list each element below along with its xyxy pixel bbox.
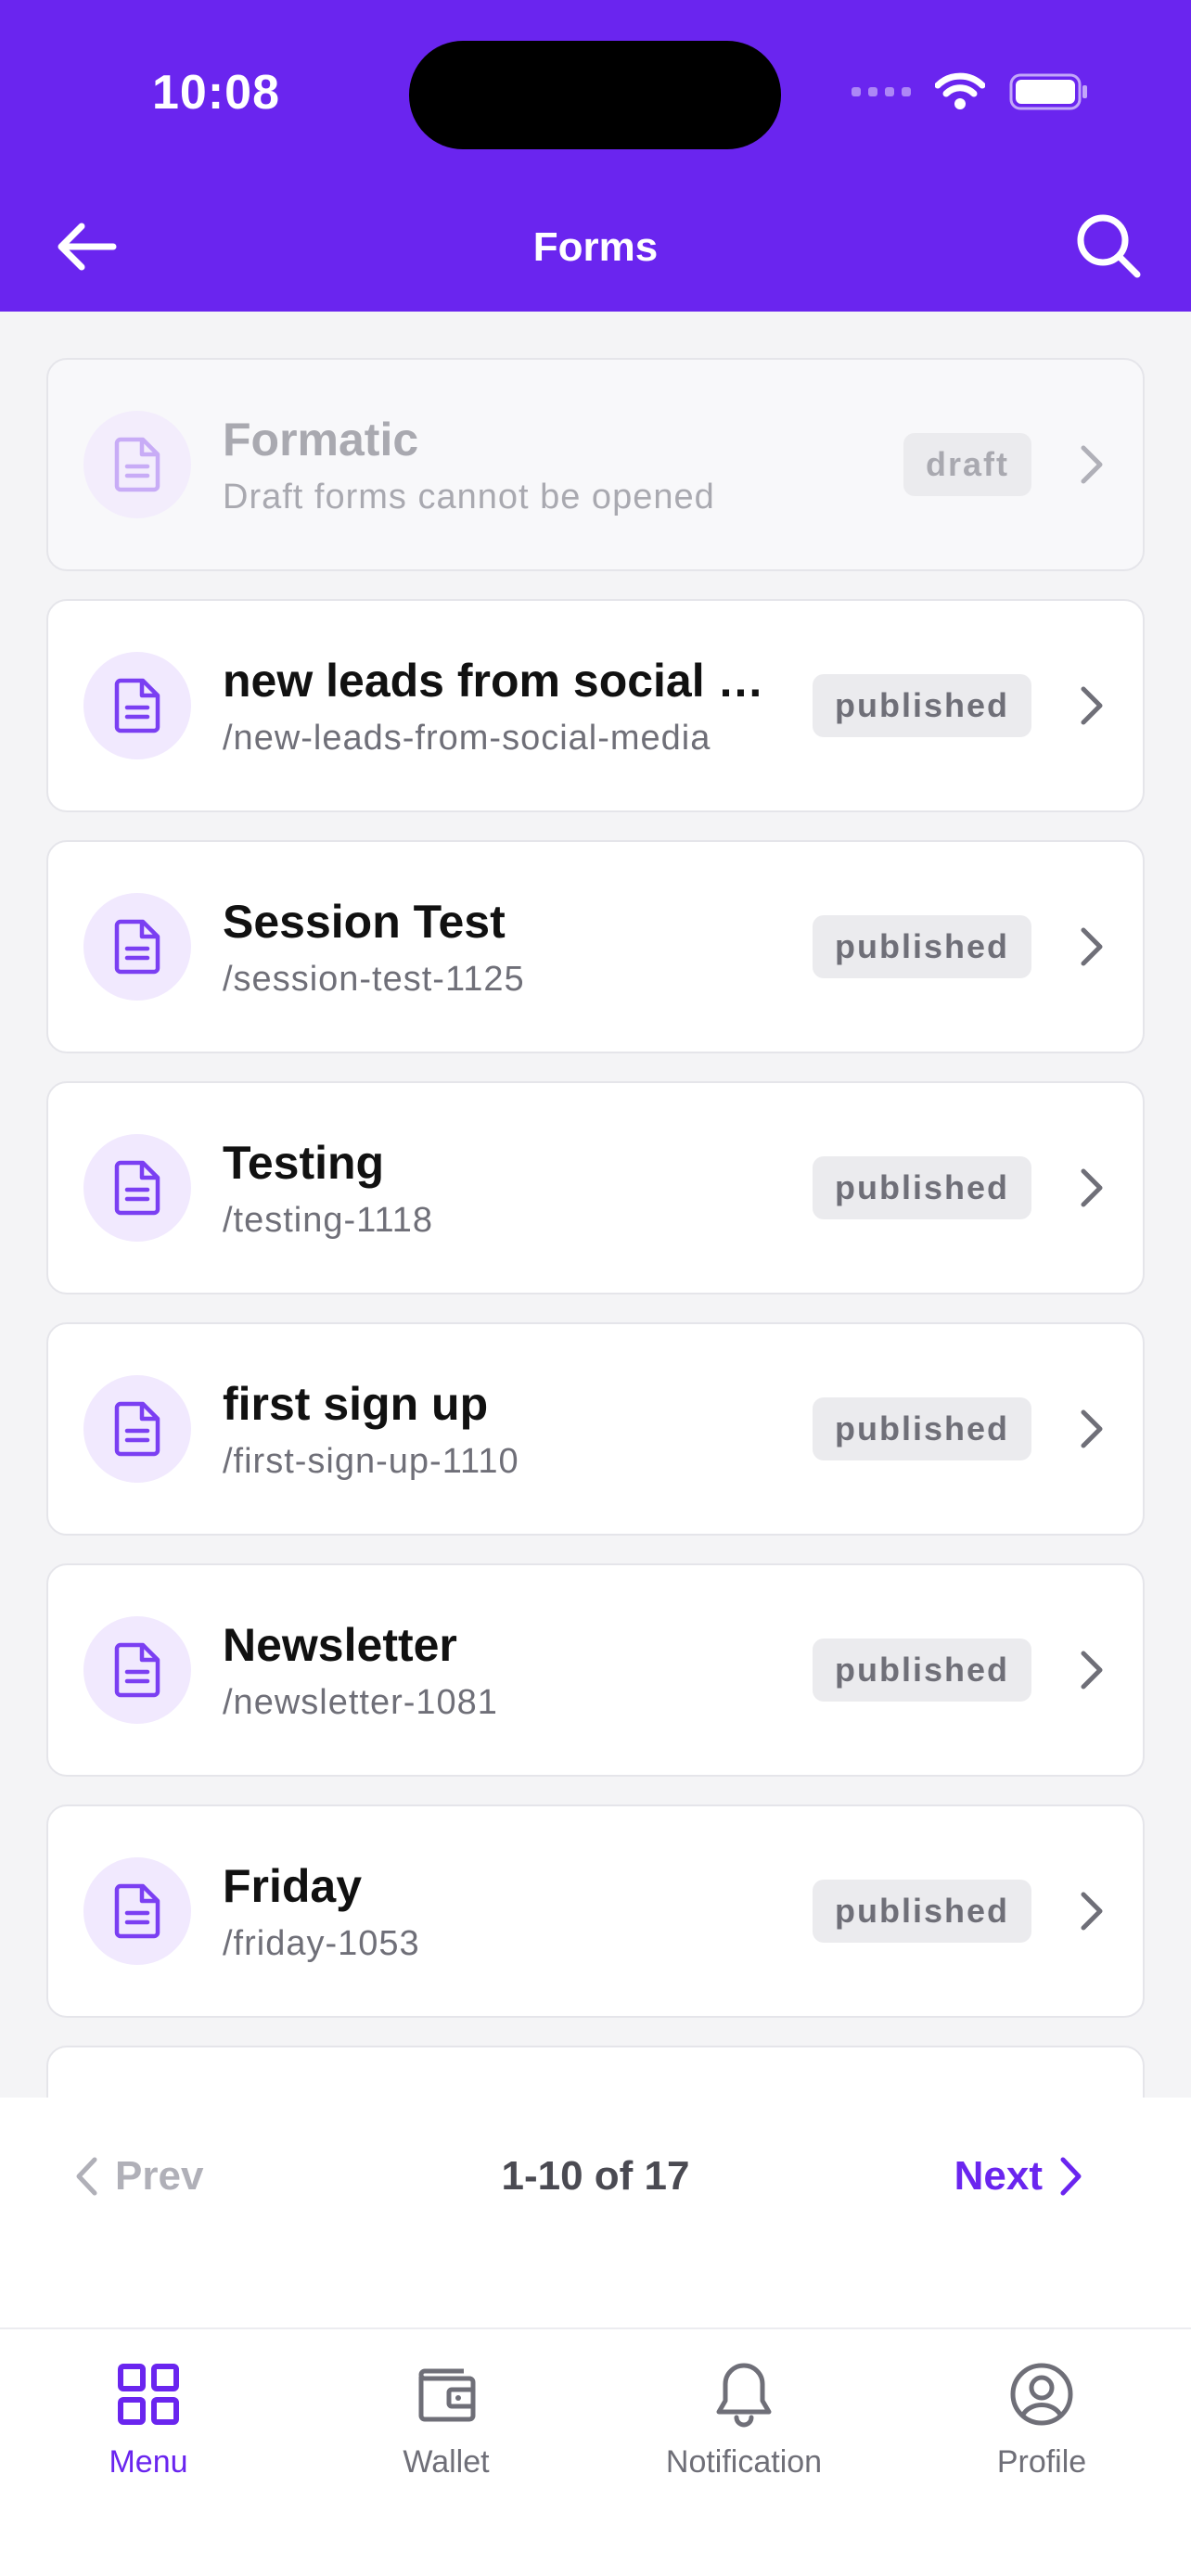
page-title: Forms bbox=[532, 224, 659, 270]
form-title: Formatic bbox=[223, 413, 419, 465]
tab-label: Wallet bbox=[403, 2444, 490, 2480]
form-icon-badge bbox=[83, 1857, 191, 1965]
document-icon bbox=[114, 919, 160, 975]
form-text: Friday /friday-1053 bbox=[223, 1859, 785, 1964]
status-badge: published bbox=[813, 1880, 1031, 1943]
tab-label: Menu bbox=[109, 2444, 188, 2480]
chevron-right-icon bbox=[1081, 1168, 1103, 1207]
next-button[interactable]: Next bbox=[954, 2153, 1083, 2200]
form-text: new leads from social media /new-leads-f… bbox=[223, 654, 785, 759]
form-icon-badge bbox=[83, 411, 191, 518]
document-icon bbox=[114, 437, 160, 492]
battery-icon bbox=[1009, 73, 1087, 110]
form-title: first sign up bbox=[223, 1377, 489, 1430]
form-subtitle: /newsletter-1081 bbox=[223, 1682, 498, 1722]
form-card[interactable]: first sign up /first-sign-up-1110 publis… bbox=[46, 1322, 1145, 1536]
form-icon-badge bbox=[83, 652, 191, 759]
bell-icon bbox=[596, 2352, 892, 2437]
grid-icon bbox=[0, 2352, 297, 2437]
chevron-right-icon bbox=[1081, 1651, 1103, 1690]
bottom-tab-bar: Menu Wallet Notification Profile bbox=[0, 2329, 1191, 2576]
status-badge: published bbox=[813, 1639, 1031, 1702]
status-badge: published bbox=[813, 1397, 1031, 1460]
form-subtitle: /session-test-1125 bbox=[223, 959, 525, 999]
tab-profile[interactable]: Profile bbox=[893, 2352, 1190, 2480]
form-icon-badge bbox=[83, 1134, 191, 1242]
form-text: Testing /testing-1118 bbox=[223, 1136, 785, 1241]
dynamic-island bbox=[409, 41, 781, 149]
form-card[interactable]: Testing /testing-1118 published bbox=[46, 1081, 1145, 1294]
status-indicators bbox=[852, 72, 1089, 111]
status-badge: draft bbox=[903, 433, 1031, 496]
user-circle-icon bbox=[893, 2352, 1190, 2437]
wifi-icon bbox=[935, 72, 985, 109]
form-text: first sign up /first-sign-up-1110 bbox=[223, 1377, 785, 1482]
tab-menu[interactable]: Menu bbox=[0, 2352, 297, 2480]
document-icon bbox=[114, 1642, 160, 1698]
chevron-right-icon bbox=[1081, 445, 1103, 484]
form-icon-badge bbox=[83, 893, 191, 1001]
pagination-bar: Prev 1-10 of 17 Next bbox=[0, 2098, 1191, 2329]
form-card[interactable]: Newsletter /newsletter-1081 published bbox=[46, 1563, 1145, 1777]
form-text: Newsletter /newsletter-1081 bbox=[223, 1618, 785, 1723]
status-badge: published bbox=[813, 915, 1031, 978]
tab-wallet[interactable]: Wallet bbox=[298, 2352, 595, 2480]
form-subtitle: /testing-1118 bbox=[223, 1200, 434, 1240]
chevron-right-icon bbox=[1060, 2157, 1082, 2196]
form-icon-badge bbox=[83, 1375, 191, 1483]
form-title: Session Test bbox=[223, 895, 506, 948]
document-icon bbox=[114, 1883, 160, 1939]
document-icon bbox=[114, 1401, 160, 1457]
status-time: 10:08 bbox=[152, 66, 280, 120]
tab-notification[interactable]: Notification bbox=[596, 2352, 892, 2480]
next-label: Next bbox=[954, 2153, 1043, 2199]
form-subtitle: Draft forms cannot be opened bbox=[223, 477, 715, 516]
tab-label: Notification bbox=[665, 2444, 823, 2480]
form-card-partial[interactable] bbox=[46, 2046, 1145, 2098]
form-text: Session Test /session-test-1125 bbox=[223, 895, 785, 1000]
form-text: Formatic Draft forms cannot be opened bbox=[223, 413, 876, 517]
form-card[interactable]: Friday /friday-1053 published bbox=[46, 1804, 1145, 2018]
document-icon bbox=[114, 1160, 160, 1216]
form-title: Testing bbox=[223, 1136, 385, 1189]
signal-icon bbox=[852, 87, 911, 96]
status-badge: published bbox=[813, 1156, 1031, 1219]
chevron-right-icon bbox=[1081, 686, 1103, 725]
form-subtitle: /friday-1053 bbox=[223, 1923, 420, 1963]
forms-list[interactable]: Formatic Draft forms cannot be opened dr… bbox=[46, 358, 1145, 2098]
form-subtitle: /new-leads-from-social-media bbox=[223, 718, 711, 758]
tab-label: Profile bbox=[996, 2444, 1087, 2480]
chevron-right-icon bbox=[1081, 927, 1103, 966]
status-badge: published bbox=[813, 674, 1031, 737]
search-icon[interactable] bbox=[1072, 210, 1145, 282]
form-card[interactable]: Session Test /session-test-1125 publishe… bbox=[46, 840, 1145, 1053]
form-card[interactable]: Formatic Draft forms cannot be opened dr… bbox=[46, 358, 1145, 571]
form-title: Friday bbox=[223, 1859, 363, 1912]
form-title: new leads from social media bbox=[223, 654, 785, 707]
chevron-right-icon bbox=[1081, 1892, 1103, 1931]
wallet-icon bbox=[298, 2352, 595, 2437]
form-title: Newsletter bbox=[223, 1618, 457, 1671]
form-icon-badge bbox=[83, 1616, 191, 1724]
document-icon bbox=[114, 678, 160, 733]
form-subtitle: /first-sign-up-1110 bbox=[223, 1441, 519, 1481]
chevron-right-icon bbox=[1081, 1409, 1103, 1448]
app-header: 10:08 Forms bbox=[0, 0, 1191, 312]
form-card[interactable]: new leads from social media /new-leads-f… bbox=[46, 599, 1145, 812]
